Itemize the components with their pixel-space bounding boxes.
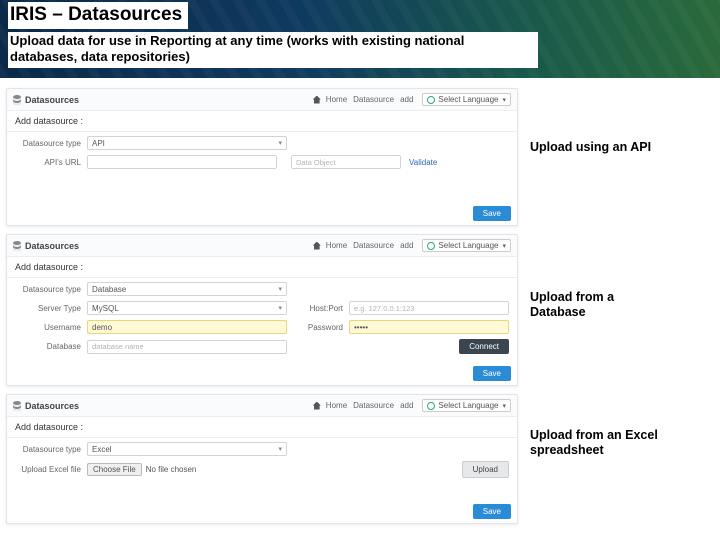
section-heading: Add datasource : (7, 111, 517, 132)
label-api-url: API's URL (15, 158, 87, 167)
label-datasource-type: Datasource type (15, 445, 87, 454)
language-selector[interactable]: Select Language ▾ (422, 239, 511, 252)
chevron-down-icon: ▾ (278, 285, 282, 293)
input-data-object[interactable]: Data Object (291, 155, 401, 169)
select-datasource-type[interactable]: API▾ (87, 136, 287, 150)
input-database[interactable]: database name (87, 340, 287, 354)
panel-excel: Datasources Home Datasource add Select L… (6, 394, 518, 524)
database-icon (13, 401, 21, 411)
panel-title: Datasources (25, 95, 79, 105)
label-password: Password (301, 323, 349, 332)
upload-button[interactable]: Upload (462, 461, 509, 478)
validate-link[interactable]: Validate (409, 158, 437, 167)
label-database: Database (15, 342, 87, 351)
banner-title: IRIS – Datasources (8, 2, 188, 29)
breadcrumb-home[interactable]: Home (326, 95, 347, 104)
language-label: Select Language (438, 241, 498, 250)
label-upload-file: Upload Excel file (15, 465, 87, 474)
select-datasource-type[interactable]: Database▾ (87, 282, 287, 296)
panel-header: Datasources Home Datasource add Select L… (7, 89, 517, 111)
globe-icon (427, 402, 435, 410)
file-chosen-text: No file chosen (146, 465, 197, 474)
language-label: Select Language (438, 95, 498, 104)
database-icon (13, 95, 21, 105)
globe-icon (427, 242, 435, 250)
breadcrumb-home[interactable]: Home (326, 241, 347, 250)
home-icon[interactable] (313, 242, 321, 250)
section-heading: Add datasource : (7, 417, 517, 438)
chevron-down-icon: ▾ (502, 402, 506, 410)
breadcrumb-ds[interactable]: Datasource (353, 401, 394, 410)
select-server-type[interactable]: MySQL▾ (87, 301, 287, 315)
annotation-excel: Upload from an Excel spreadsheet (530, 428, 660, 458)
label-username: Username (15, 323, 87, 332)
breadcrumb-ds[interactable]: Datasource (353, 241, 394, 250)
input-api-url[interactable] (87, 155, 277, 169)
breadcrumb-add: add (400, 401, 413, 410)
breadcrumb-home[interactable]: Home (326, 401, 347, 410)
language-selector[interactable]: Select Language ▾ (422, 399, 511, 412)
annotation-database: Upload from a Database (530, 290, 660, 320)
database-icon (13, 241, 21, 251)
choose-file-button[interactable]: Choose File (87, 463, 142, 476)
slide-banner: IRIS – Datasources Upload data for use i… (0, 0, 720, 78)
home-icon[interactable] (313, 96, 321, 104)
language-label: Select Language (438, 401, 498, 410)
banner-subtitle: Upload data for use in Reporting at any … (8, 32, 538, 68)
panel-title: Datasources (25, 241, 79, 251)
breadcrumb-add: add (400, 95, 413, 104)
select-datasource-type[interactable]: Excel▾ (87, 442, 287, 456)
save-button[interactable]: Save (473, 504, 511, 519)
chevron-down-icon: ▾ (278, 304, 282, 312)
chevron-down-icon: ▾ (278, 445, 282, 453)
connect-button[interactable]: Connect (459, 339, 509, 354)
panel-api: Datasources Home Datasource add Select L… (6, 88, 518, 226)
panel-title: Datasources (25, 401, 79, 411)
label-hostport: Host:Port (301, 304, 349, 313)
panel-header: Datasources Home Datasource add Select L… (7, 235, 517, 257)
input-hostport[interactable]: e.g. 127.0.0.1:123 (349, 301, 509, 315)
input-username[interactable]: demo (87, 320, 287, 334)
breadcrumb-add: add (400, 241, 413, 250)
chevron-down-icon: ▾ (502, 96, 506, 104)
globe-icon (427, 96, 435, 104)
input-password[interactable]: ••••• (349, 320, 509, 334)
section-heading: Add datasource : (7, 257, 517, 278)
save-button[interactable]: Save (473, 206, 511, 221)
annotation-api: Upload using an API (530, 140, 660, 155)
label-datasource-type: Datasource type (15, 139, 87, 148)
language-selector[interactable]: Select Language ▾ (422, 93, 511, 106)
home-icon[interactable] (313, 402, 321, 410)
panel-database: Datasources Home Datasource add Select L… (6, 234, 518, 386)
breadcrumb-ds[interactable]: Datasource (353, 95, 394, 104)
label-server-type: Server Type (15, 304, 87, 313)
label-datasource-type: Datasource type (15, 285, 87, 294)
save-button[interactable]: Save (473, 366, 511, 381)
chevron-down-icon: ▾ (502, 242, 506, 250)
panel-header: Datasources Home Datasource add Select L… (7, 395, 517, 417)
chevron-down-icon: ▾ (278, 139, 282, 147)
